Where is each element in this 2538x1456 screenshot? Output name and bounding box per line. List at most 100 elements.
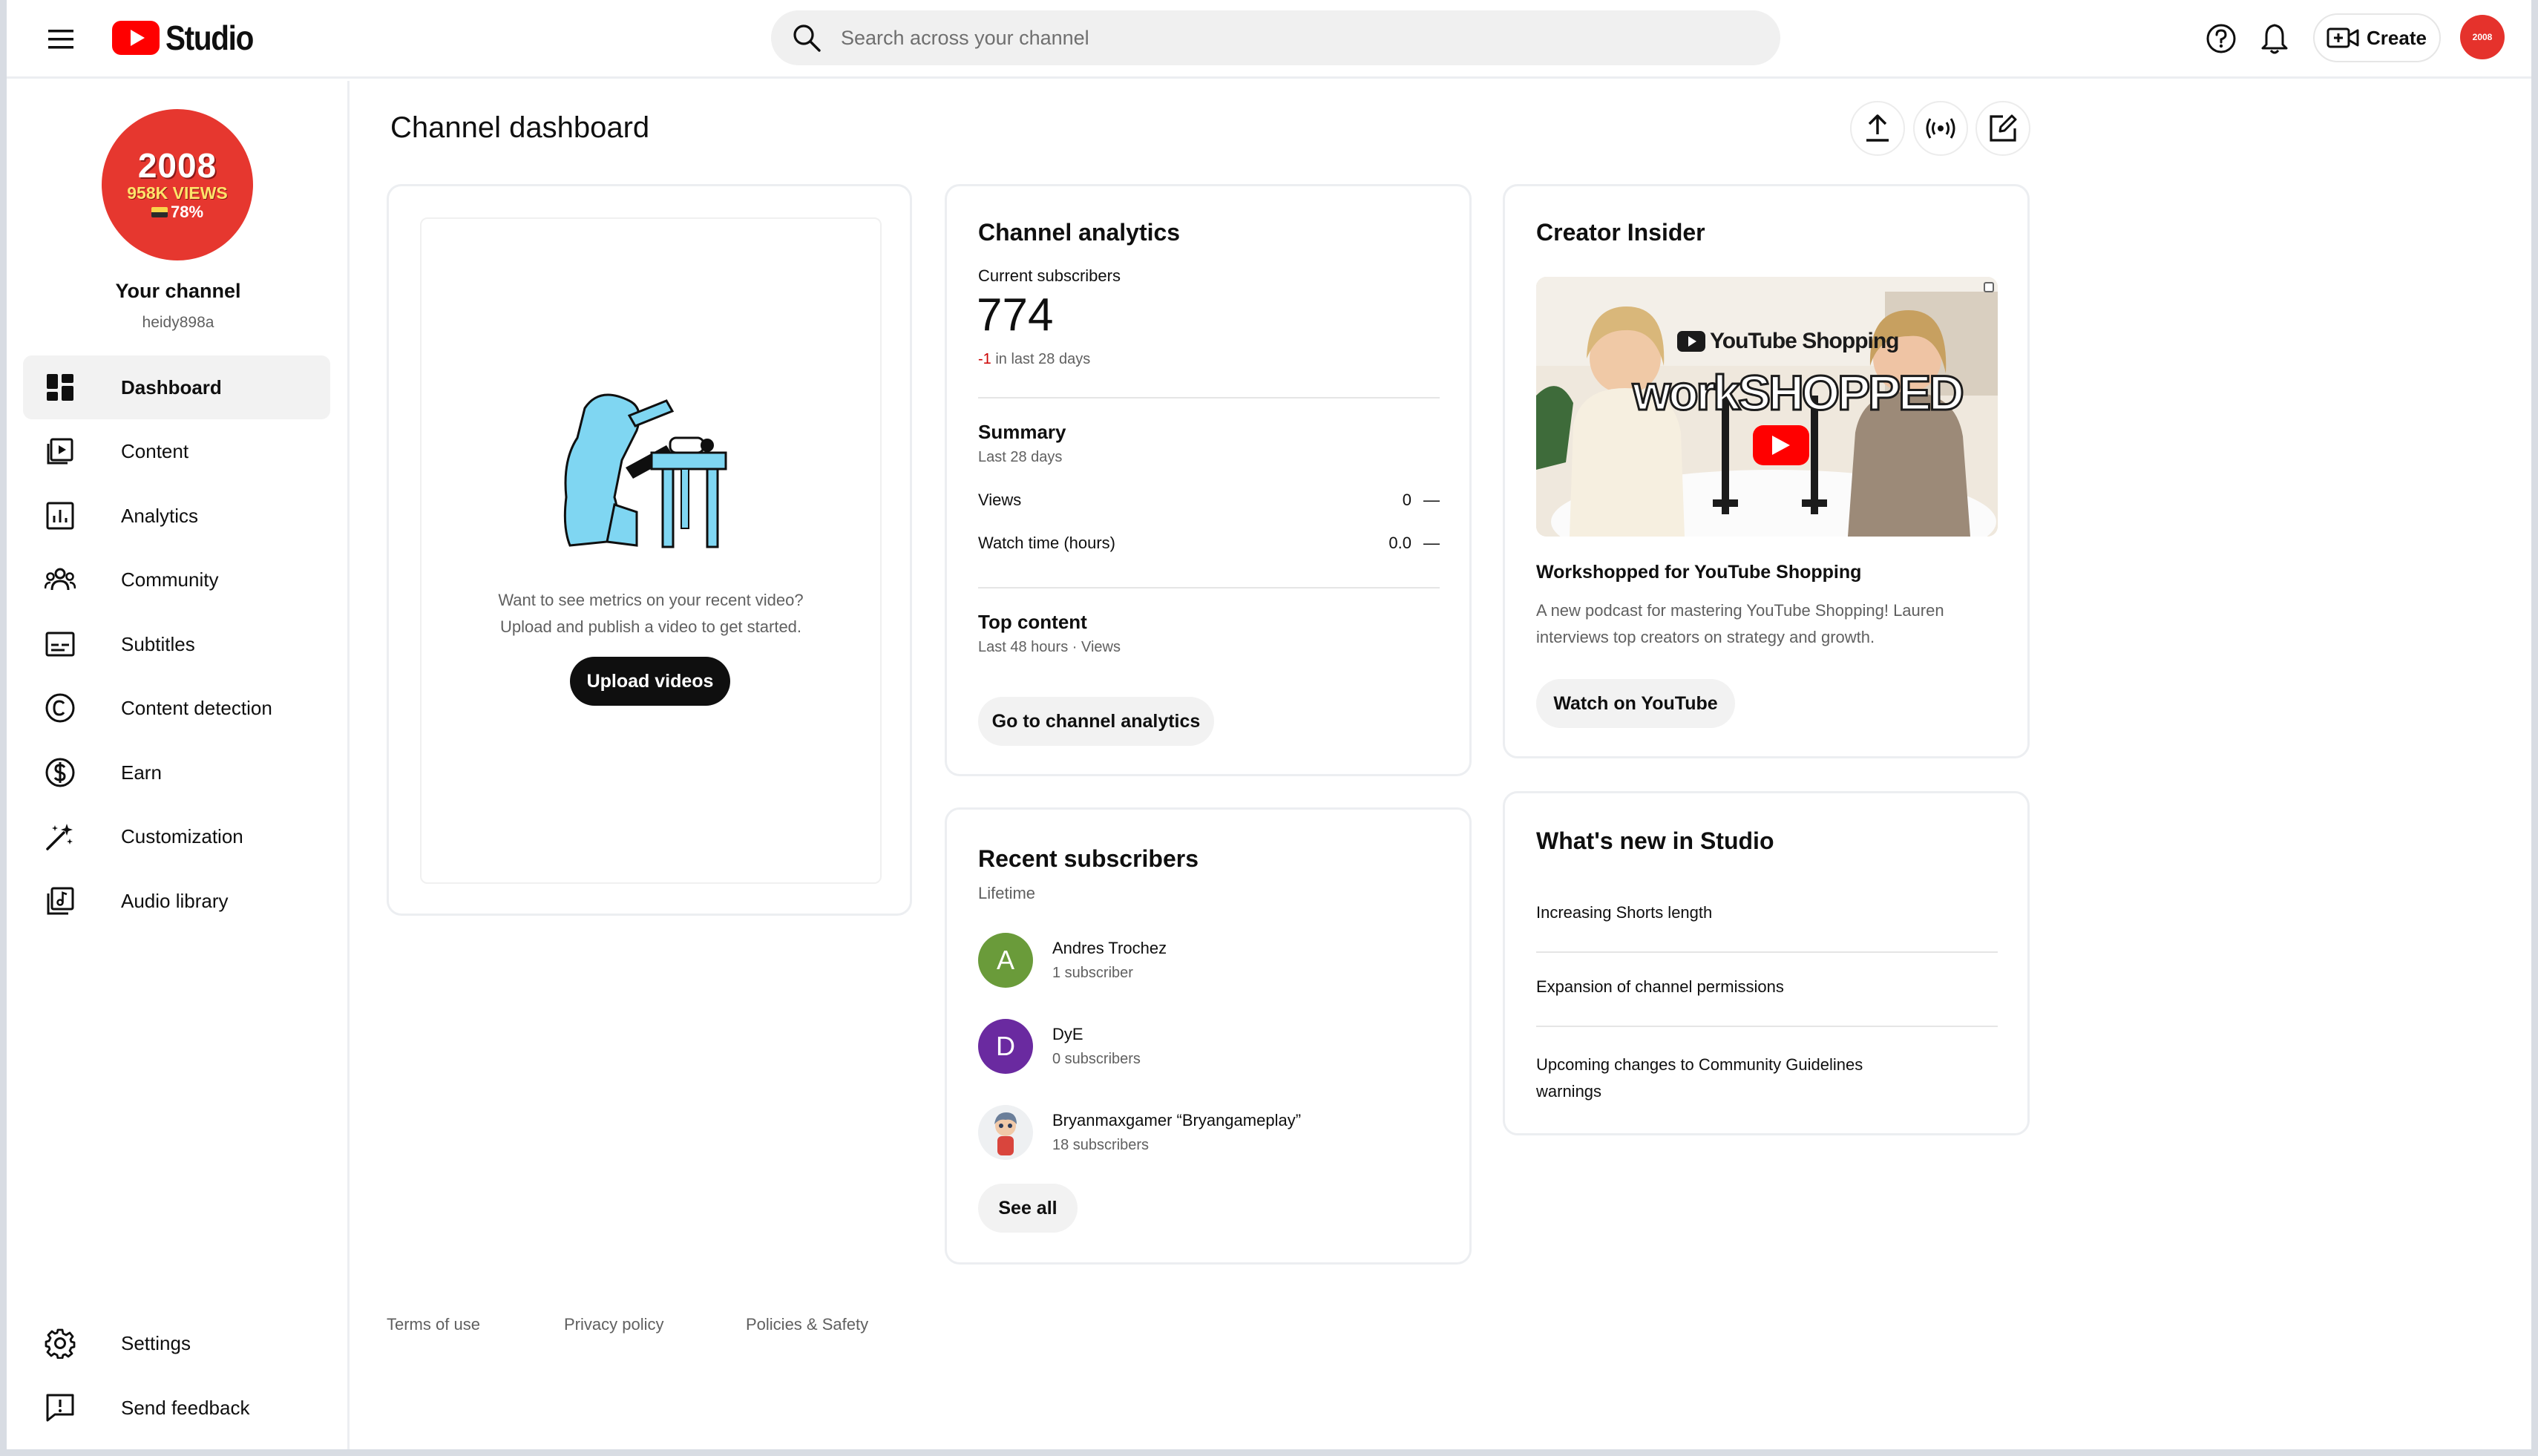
go-to-channel-analytics-button[interactable]: Go to channel analytics bbox=[978, 697, 1214, 746]
upload-button[interactable] bbox=[1850, 101, 1905, 156]
sidebar-item-dashboard[interactable]: Dashboard bbox=[23, 355, 330, 419]
policies-safety-link[interactable]: Policies & Safety bbox=[746, 1315, 868, 1334]
avatar-text: 2008 bbox=[2472, 32, 2493, 42]
sidebar-item-community[interactable]: Community bbox=[23, 548, 330, 611]
metric-label: Views bbox=[978, 491, 1022, 509]
search-bar[interactable] bbox=[771, 10, 1780, 65]
subs-label: Current subscribers bbox=[978, 266, 1121, 285]
edit-icon bbox=[1990, 114, 2017, 142]
whats-new-item[interactable]: Increasing Shorts length bbox=[1536, 903, 1712, 922]
channel-handle: heidy898a bbox=[142, 314, 214, 331]
sidebar-item-label: Settings bbox=[121, 1331, 191, 1354]
audio-library-icon bbox=[44, 885, 76, 917]
summary-row-views: Views 0 — bbox=[978, 491, 1440, 510]
sidebar-item-label: Send feedback bbox=[121, 1396, 250, 1419]
upload-prompt-line2: Upload and publish a video to get starte… bbox=[499, 617, 802, 636]
metric-value: 0 bbox=[1402, 491, 1411, 509]
sidebar-item-analytics[interactable]: Analytics bbox=[23, 484, 330, 548]
divider bbox=[978, 587, 1440, 588]
channel-avatar-pct-text: 78% bbox=[170, 202, 204, 221]
sidebar: 2008 958K VIEWS 78% Your channel heidy89… bbox=[7, 81, 350, 1449]
create-label: Create bbox=[2367, 26, 2427, 49]
sidebar-item-label: Analytics bbox=[121, 504, 199, 527]
metric-label: Watch time (hours) bbox=[978, 534, 1116, 552]
top-content-title: Top content bbox=[978, 611, 1087, 633]
upload-icon bbox=[1866, 114, 1889, 142]
subs-delta-suffix: in last 28 days bbox=[995, 351, 1091, 367]
privacy-policy-link[interactable]: Privacy policy bbox=[564, 1315, 663, 1334]
video-thumbnail[interactable]: YouTube Shopping workSHOPPED bbox=[1536, 277, 1998, 537]
divider bbox=[978, 397, 1440, 399]
whats-new-item-line1: Upcoming changes to Community Guidelines bbox=[1536, 1055, 1863, 1074]
upload-inner-panel: Want to see metrics on your recent video… bbox=[420, 217, 882, 884]
metric-trend: — bbox=[1423, 534, 1440, 552]
summary-title: Summary bbox=[978, 421, 1066, 443]
create-post-button[interactable] bbox=[1975, 101, 2030, 156]
upload-card: Want to see metrics on your recent video… bbox=[387, 184, 912, 916]
sidebar-item-label: Audio library bbox=[121, 889, 229, 912]
creator-insider-card: Creator Insider YouTube Shopping workSHO… bbox=[1503, 184, 2030, 758]
magic-wand-icon bbox=[44, 820, 76, 853]
top-content-subtitle: Last 48 hours · Views bbox=[978, 639, 1121, 655]
thumbnail-headline: workSHOPPED bbox=[1632, 364, 1966, 422]
terms-of-use-link[interactable]: Terms of use bbox=[387, 1315, 480, 1334]
create-button[interactable]: Create bbox=[2313, 13, 2441, 62]
thumbnail-brand-text: YouTube Shopping bbox=[1710, 329, 1899, 353]
whats-new-item[interactable]: Expansion of channel permissions bbox=[1536, 977, 1784, 997]
search-input[interactable] bbox=[841, 26, 1731, 50]
account-avatar[interactable]: 2008 bbox=[2460, 15, 2505, 59]
studio-logo[interactable]: Studio bbox=[112, 18, 265, 58]
sidebar-item-label: Community bbox=[121, 568, 219, 591]
summary-row-watch-time: Watch time (hours) 0.0 — bbox=[978, 534, 1440, 553]
live-broadcast-icon bbox=[1926, 118, 1955, 139]
analytics-title: Channel analytics bbox=[978, 219, 1181, 246]
subs-value: 774 bbox=[977, 289, 1054, 341]
sidebar-item-settings[interactable]: Settings bbox=[23, 1311, 330, 1375]
channel-analytics-card: Channel analytics Current subscribers 77… bbox=[945, 184, 1472, 776]
whats-new-item[interactable]: Upcoming changes to Community Guidelines… bbox=[1536, 1052, 1863, 1105]
search-icon[interactable] bbox=[792, 23, 822, 53]
sidebar-item-label: Earn bbox=[121, 761, 162, 784]
sidebar-item-subtitles[interactable]: Subtitles bbox=[23, 612, 330, 676]
go-live-button[interactable] bbox=[1913, 101, 1968, 156]
help-icon[interactable] bbox=[2202, 19, 2240, 58]
sidebar-item-customization[interactable]: Customization bbox=[23, 804, 330, 868]
menu-icon[interactable] bbox=[44, 22, 78, 56]
video-description-line2: interviews top creators on strategy and … bbox=[1536, 628, 1875, 646]
sidebar-item-content[interactable]: Content bbox=[23, 419, 330, 483]
subs-delta-value: -1 bbox=[978, 351, 991, 367]
subscriber-avatar: D bbox=[978, 1019, 1033, 1074]
copyright-icon bbox=[44, 692, 76, 724]
dollar-icon bbox=[44, 756, 76, 789]
sidebar-item-earn[interactable]: Earn bbox=[23, 741, 330, 804]
subscriber-count: 18 subscribers bbox=[1052, 1137, 1150, 1153]
channel-avatar-views: 958K VIEWS bbox=[127, 183, 228, 203]
app-window: Studio Create 2008 2008 958K VIEWS 78% Y bbox=[0, 0, 2538, 1456]
sidebar-item-audio-library[interactable]: Audio library bbox=[23, 869, 330, 933]
summary-period: Last 28 days bbox=[978, 449, 1063, 465]
youtube-play-icon bbox=[112, 21, 160, 55]
video-title[interactable]: Workshopped for YouTube Shopping bbox=[1536, 562, 1861, 583]
battery-icon bbox=[151, 206, 168, 217]
whats-new-item-line2: warnings bbox=[1536, 1082, 1602, 1101]
subscriber-count: 1 subscriber bbox=[1052, 965, 1133, 981]
channel-avatar-year: 2008 bbox=[137, 146, 217, 186]
channel-title[interactable]: Your channel bbox=[7, 280, 350, 303]
upload-videos-button[interactable]: Upload videos bbox=[570, 657, 730, 706]
channel-avatar[interactable]: 2008 958K VIEWS 78% bbox=[102, 109, 253, 260]
sidebar-item-label: Dashboard bbox=[121, 376, 222, 399]
subscriber-name[interactable]: Andres Trochez bbox=[1052, 939, 1167, 958]
subscriber-avatar bbox=[978, 1105, 1033, 1160]
subscriber-name[interactable]: Bryanmaxgamer “Bryangameplay” bbox=[1052, 1111, 1301, 1130]
subscriber-name[interactable]: DyE bbox=[1052, 1025, 1083, 1044]
watch-on-youtube-button[interactable]: Watch on YouTube bbox=[1536, 679, 1735, 728]
sidebar-item-send-feedback[interactable]: Send feedback bbox=[23, 1376, 330, 1440]
upload-prompt-text: Want to see metrics on your recent video… bbox=[422, 587, 880, 640]
content-icon bbox=[44, 435, 76, 468]
subscriber-count: 0 subscribers bbox=[1052, 1051, 1141, 1067]
gear-icon bbox=[44, 1327, 76, 1360]
community-icon bbox=[44, 563, 76, 596]
notifications-bell-icon[interactable] bbox=[2255, 19, 2294, 58]
sidebar-item-content-detection[interactable]: Content detection bbox=[23, 676, 330, 740]
see-all-button[interactable]: See all bbox=[978, 1184, 1078, 1233]
